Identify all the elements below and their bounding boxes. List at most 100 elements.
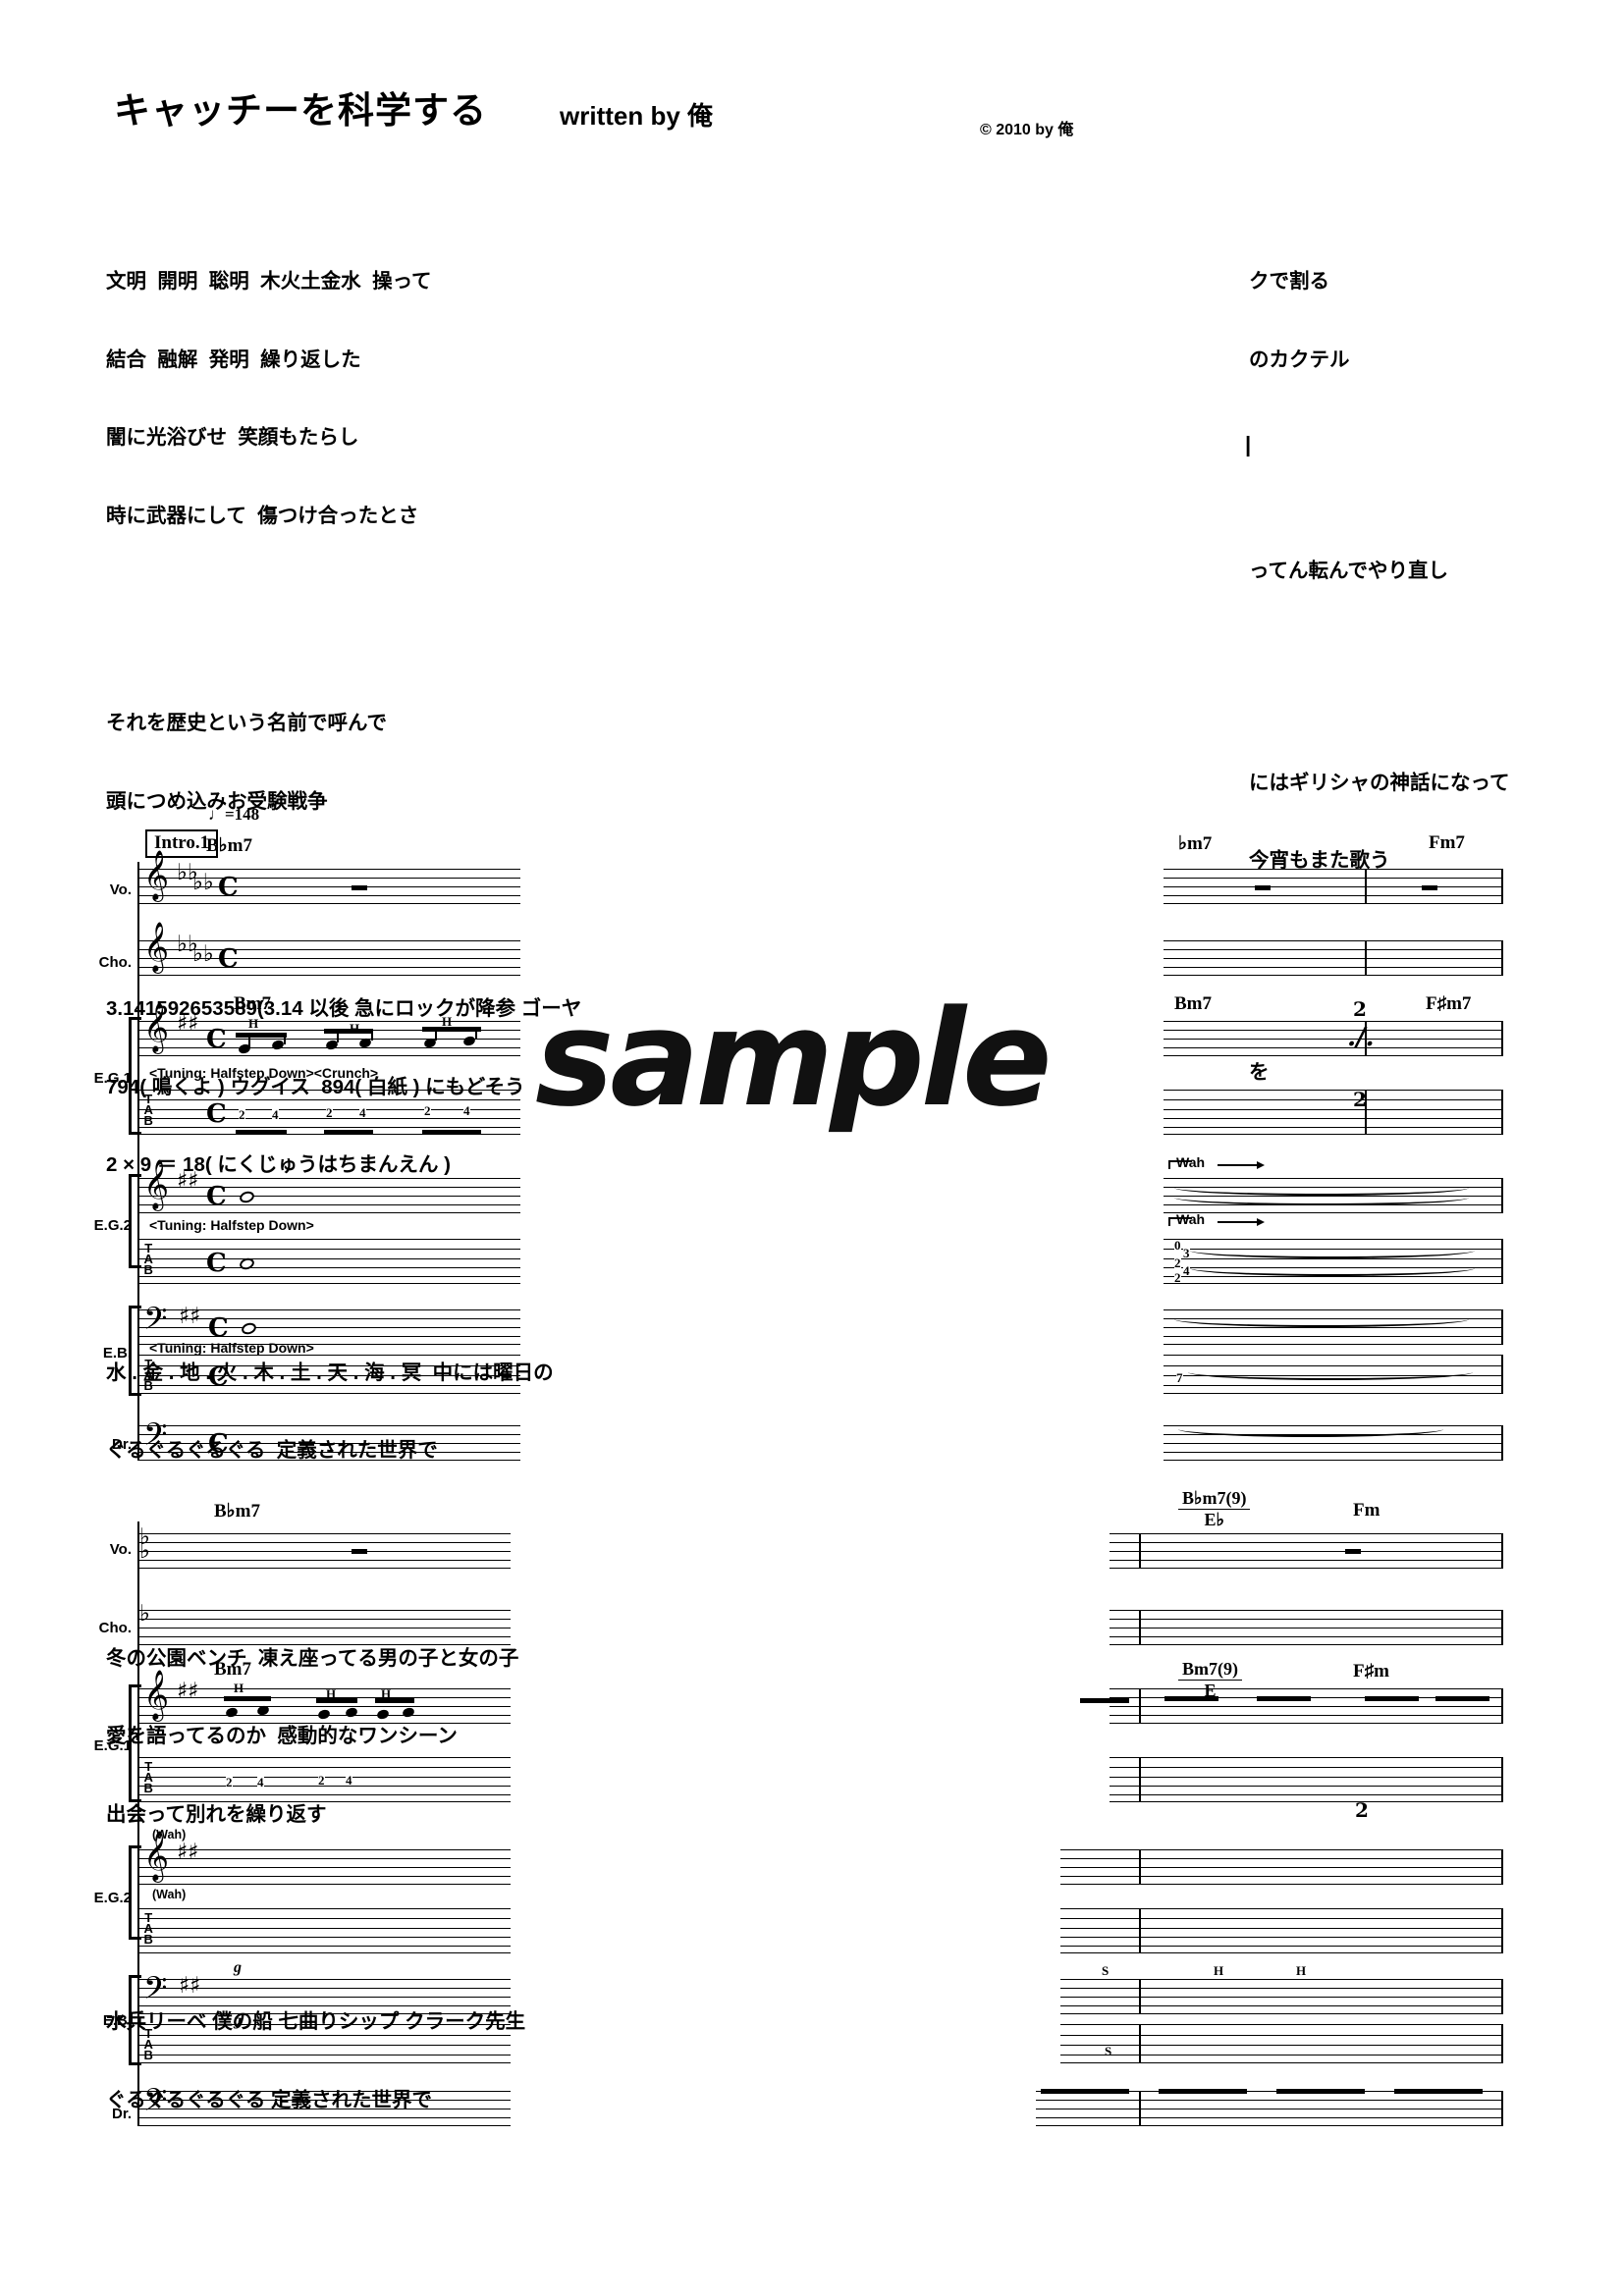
chord-symbol: ♭m7	[1178, 833, 1213, 854]
note-beam	[1365, 1696, 1419, 1701]
barline	[1139, 1610, 1141, 1645]
tab-clef-icon: TAB	[143, 1910, 153, 1947]
lyric-line: 時に武器にして 傷つけ合ったとさ	[106, 504, 419, 527]
note-beam	[236, 1033, 287, 1038]
lyric-line: を	[1249, 1060, 1270, 1084]
wah-annotation: Wah	[1176, 1211, 1206, 1227]
tuning-annotation-bass: <Tuning: Halfstep Down>	[149, 1340, 314, 1356]
time-signature: C	[218, 873, 239, 902]
whole-rest	[1345, 1549, 1361, 1554]
chord-symbol: F♯m7	[1426, 993, 1472, 1014]
tab-clef-icon: TAB	[143, 1357, 153, 1393]
barline	[1501, 1239, 1503, 1284]
key-signature: ♭	[139, 1601, 150, 1627]
staff-drums	[137, 2091, 511, 2126]
tab-fret-number: 2	[326, 1105, 333, 1120]
note-beam	[1276, 2089, 1365, 2094]
chord-symbol: B♭m7	[214, 1501, 260, 1522]
instrument-label-eg1: E.G.1	[93, 1737, 132, 1754]
instrument-label-eg2: E.G.2	[93, 1890, 132, 1906]
barline	[1501, 1309, 1503, 1345]
key-signature: ♯♯	[179, 1973, 201, 1999]
instrument-label-eg2: E.G.2	[93, 1217, 132, 1234]
tuning-annotation-eg2: <Tuning: Halfstep Down>	[149, 1217, 314, 1233]
time-signature: C	[208, 1362, 229, 1392]
lyric-block: ってん転んでやり直し	[1249, 507, 1624, 637]
time-signature: C	[206, 1099, 227, 1129]
time-signature: C	[208, 1429, 229, 1459]
chord-numerator: B♭m7(9)	[1178, 1488, 1251, 1510]
tab-clef-icon: TAB	[143, 1759, 153, 1795]
treble-clef-icon: 𝄞	[143, 1831, 170, 1881]
tuning-annotation-eg1: <Tuning: Halfstep Down><Crunch>	[149, 1065, 379, 1081]
repeat-count: 2	[1355, 1798, 1369, 1822]
barline	[1139, 1688, 1141, 1724]
tab-clef-icon: TAB	[143, 2026, 153, 2062]
percussion-clef-icon: 𝄢	[143, 2082, 168, 2125]
sample-watermark: sample	[535, 982, 1053, 1136]
tab-staff-bass	[137, 1355, 520, 1394]
whole-rest	[352, 885, 367, 890]
tab-staff-eg2	[137, 1239, 520, 1284]
tab-fret-number: 2	[1174, 1255, 1181, 1270]
note-beam	[1164, 1696, 1218, 1701]
lyric-line: 文明 開明 聡明 木火土金水 操って	[106, 270, 432, 293]
lyric-line: 結合 融解 発明 繰り返した	[106, 347, 361, 371]
note-beam	[1257, 1696, 1311, 1701]
staff-eg2-notation-right	[1060, 1849, 1502, 1885]
tab-fret-number: 2	[1174, 1270, 1181, 1285]
treble-clef-icon: 𝄞	[143, 850, 170, 900]
tab-fret-number: 4	[272, 1107, 279, 1122]
staff-eg1-notation-right	[1164, 1021, 1502, 1056]
tab-staff-eg2-right	[1060, 1908, 1502, 1953]
tie-slur	[1174, 1311, 1469, 1327]
barline	[1501, 2091, 1503, 2126]
note-beam	[1435, 1696, 1489, 1701]
chord-denominator: E♭	[1204, 1510, 1224, 1529]
tab-fret-number: 4	[463, 1103, 470, 1118]
chord-symbol: Fm7	[1429, 832, 1465, 853]
staff-group-brace-eg1	[129, 1017, 141, 1135]
tab-clef-icon: TAB	[143, 1092, 153, 1128]
lyric-line: 出会って別れを繰り返す	[106, 1802, 327, 1826]
barline	[1139, 1757, 1141, 1802]
tab-staff-eg2	[137, 1908, 511, 1953]
tab-clef-icon: TAB	[143, 1241, 153, 1277]
barline	[1139, 2024, 1141, 2063]
time-signature: C	[206, 1025, 227, 1054]
note-stem	[435, 1027, 437, 1041]
staff-group-brace-eg1	[129, 1684, 141, 1802]
lyric-line: 愛を語ってるのか 感動的なワンシーン	[106, 1725, 458, 1747]
barline	[1501, 1178, 1503, 1213]
key-signature: ♯♯	[179, 1304, 201, 1329]
tie-slur	[1190, 1260, 1475, 1276]
barline	[1501, 1090, 1503, 1135]
tie-slur	[1188, 1364, 1473, 1380]
lyric-line: それを歴史という名前で呼んで	[106, 712, 387, 734]
staff-chorus-right	[1110, 1610, 1502, 1645]
note-stem	[475, 1027, 477, 1039]
note-beam	[1394, 2089, 1483, 2094]
barline	[1365, 940, 1367, 976]
note-beam	[236, 1130, 287, 1135]
tab-fret-number: 7	[1176, 1370, 1183, 1385]
treble-clef-icon: 𝄞	[143, 922, 170, 972]
sheet-music-page: キャッチーを科学する written by 俺 © 2010 by 俺 文明 開…	[0, 0, 1624, 2296]
chord-symbol: Fm	[1353, 1500, 1380, 1521]
instrument-label-cho: Cho.	[98, 1620, 132, 1636]
barline	[1501, 1355, 1503, 1394]
clipped-glyph: |	[1245, 432, 1252, 456]
barline	[1139, 1849, 1141, 1885]
written-by-credit: written by 俺	[560, 101, 714, 131]
whole-rest	[1255, 885, 1271, 890]
staff-group-brace-eg2	[129, 1845, 141, 1940]
staff-group-brace-eb	[129, 1975, 141, 2065]
note-stem	[284, 1033, 286, 1044]
repeat-count: 2	[1353, 997, 1367, 1021]
staff-vocal-right	[1164, 869, 1502, 904]
wah-annotation: Wah	[1176, 1154, 1206, 1170]
barline	[1501, 1425, 1503, 1461]
repeat-measure-symbol: ./.	[1347, 1023, 1375, 1052]
staff-chorus-right	[1164, 940, 1502, 976]
slide-marking: S	[1102, 1963, 1110, 1978]
